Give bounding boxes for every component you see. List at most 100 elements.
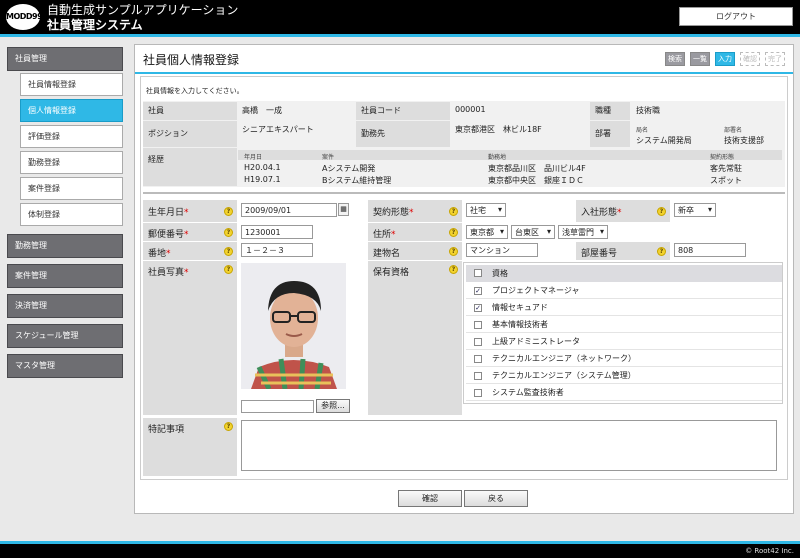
town-select[interactable]: 浅草雷門 [558,225,608,239]
app-subtitle: 社員管理システム [47,18,143,32]
photo-file-input[interactable] [241,400,314,413]
app-title: 自動生成サンプルアプリケーション [47,3,239,17]
banchi-label: 番地* [143,242,237,260]
mode-list-button[interactable]: 一覧 [690,52,710,66]
banchi-input[interactable]: １－２－３ [241,243,313,257]
position-value: シニアエキスパート [242,125,314,134]
browse-button[interactable]: 参照... [316,399,350,413]
employee-code-label: 社員コード [356,102,450,120]
room-input[interactable]: 808 [674,243,746,257]
job-label: 職種 [590,102,630,120]
qual-checkbox-5[interactable] [474,355,482,363]
prefecture-select[interactable]: 東京都 [466,225,508,239]
workplace-value: 東京都港区 林ビル18F [455,125,542,134]
sidebar-item-team[interactable]: 体制登録 [20,203,123,226]
select-all-checkbox[interactable] [474,269,482,277]
entry-select[interactable]: 新卒 [674,203,716,217]
sidebar-item-evaluation[interactable]: 評価登録 [20,125,123,148]
zip-label: 郵便番号* [143,223,237,241]
sidebar-section-attendance[interactable]: 勤務管理 [7,234,123,258]
employee-photo-image [241,263,346,389]
notes-textarea[interactable] [241,420,777,471]
workplace-label: 勤務先 [356,121,450,147]
history-row-2-location: 東京都中央区 銀座ＩＤＣ [488,176,584,185]
calendar-icon[interactable]: ▦ [338,203,349,216]
job-value: 技術職 [636,106,660,115]
banchi-help-icon[interactable]: ? [224,247,233,256]
sidebar-section-master[interactable]: マスタ管理 [7,354,123,378]
qualification-header: 資格 [466,265,782,282]
photo-help-icon[interactable]: ? [224,265,233,274]
dept-value-1: システム開発局 [636,136,692,145]
birth-date-input[interactable]: 2009/09/01 [241,203,337,217]
employee-code: 000001 [455,105,486,114]
room-label: 部屋番号 [576,242,670,260]
sidebar-item-personal-info[interactable]: 個人情報登録 [20,99,123,122]
room-help-icon[interactable]: ? [657,247,666,256]
notes-help-icon[interactable]: ? [224,422,233,431]
dept-label: 部署 [590,121,630,147]
qual-checkbox-7[interactable] [474,389,482,397]
qual-checkbox-4[interactable] [474,338,482,346]
qualification-row[interactable]: テクニカルエンジニア（システム管理） [466,368,782,384]
section-divider [143,192,785,194]
qualification-row[interactable]: ✓ 情報セキュアド [466,300,782,316]
qual-checkbox-3[interactable] [474,321,482,329]
intro-text: 社員情報を入力してください。 [146,87,244,95]
contract-help-icon[interactable]: ? [449,207,458,216]
entry-label: 入社形態* [576,200,670,222]
mode-confirm-button: 確認 [740,52,760,66]
mode-search-button[interactable]: 検索 [665,52,685,66]
header-divider [0,34,800,37]
employee-photo [241,263,346,389]
footer-copyright: © Root42 Inc. [0,544,800,558]
notes-label: 特記事項 [143,418,237,476]
qualification-label: 保有資格 [368,261,462,415]
qualification-row[interactable]: 基本情報技術者 [466,317,782,333]
city-select[interactable]: 台東区 [511,225,555,239]
contract-select[interactable]: 社宅 [466,203,506,217]
qualification-row[interactable]: テクニカルエンジニア（ネットワーク） [466,351,782,367]
back-button[interactable]: 戻る [464,490,528,507]
employee-label: 社員 [143,102,237,120]
qual-checkbox-1[interactable]: ✓ [474,287,482,295]
app-logo: MODD99 [6,4,43,30]
history-row-2-date: H19.07.1 [244,175,281,184]
qualification-row[interactable]: システム監査技術者 [466,385,782,401]
entry-help-icon[interactable]: ? [657,207,666,216]
logout-button[interactable]: ログアウト [679,7,793,26]
mode-complete-button: 完了 [765,52,785,66]
birth-label: 生年月日* [143,200,237,222]
sidebar-item-attendance[interactable]: 勤務登録 [20,151,123,174]
qual-checkbox-2[interactable]: ✓ [474,304,482,312]
zip-help-icon[interactable]: ? [224,228,233,237]
mode-input-button[interactable]: 入力 [715,52,735,66]
history-row-2-contract: スポット [710,176,742,185]
qualification-row[interactable]: ✓ プロジェクトマネージャ [466,283,782,299]
sidebar-section-employee[interactable]: 社員管理 [7,47,123,71]
title-divider [135,72,793,74]
sidebar-section-payment[interactable]: 決済管理 [7,294,123,318]
qual-checkbox-6[interactable] [474,372,482,380]
contract-label: 契約形態* [368,200,462,222]
employee-name: 高橋 一成 [242,106,282,115]
qualification-row[interactable]: 上級アドミニストレータ [466,334,782,350]
sidebar-section-schedule[interactable]: スケジュール管理 [7,324,123,348]
building-label: 建物名 [368,242,462,260]
top-bar: MODD99 自動生成サンプルアプリケーション 社員管理システム ログアウト [0,0,800,34]
confirm-button[interactable]: 確認 [398,490,462,507]
zip-input[interactable]: 1230001 [241,225,313,239]
photo-label: 社員写真* [143,261,237,415]
birth-help-icon[interactable]: ? [224,207,233,216]
sidebar-section-project[interactable]: 案件管理 [7,264,123,288]
dept-value-2: 技術支援部 [724,136,764,145]
address-label: 住所* [368,223,462,241]
building-input[interactable]: マンション [466,243,538,257]
position-label: ポジション [143,121,237,147]
building-help-icon[interactable]: ? [449,247,458,256]
history-label: 経歴 [143,148,237,186]
qualification-help-icon[interactable]: ? [449,265,458,274]
sidebar-item-project[interactable]: 案件登録 [20,177,123,200]
address-help-icon[interactable]: ? [449,228,458,237]
sidebar-item-employee-info[interactable]: 社員情報登録 [20,73,123,96]
